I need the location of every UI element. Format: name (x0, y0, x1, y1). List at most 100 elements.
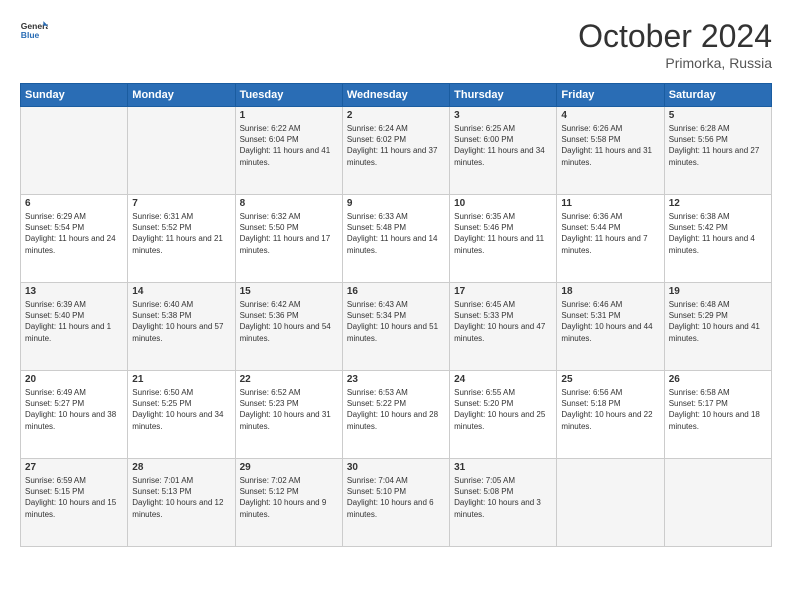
day-info: Sunrise: 7:02 AMSunset: 5:12 PMDaylight:… (240, 475, 338, 520)
table-row: 21 Sunrise: 6:50 AMSunset: 5:25 PMDayligh… (128, 371, 235, 459)
day-number: 19 (669, 286, 767, 297)
day-info: Sunrise: 6:49 AMSunset: 5:27 PMDaylight:… (25, 387, 123, 432)
table-row: 24 Sunrise: 6:55 AMSunset: 5:20 PMDayligh… (450, 371, 557, 459)
day-info: Sunrise: 7:01 AMSunset: 5:13 PMDaylight:… (132, 475, 230, 520)
table-row: 18Sunrise: 6:46 AMSunset: 5:31 PMDayligh… (557, 283, 664, 371)
day-info: Sunrise: 6:24 AMSunset: 6:02 PMDaylight:… (347, 123, 445, 168)
calendar-week-row: 1 Sunrise: 6:22 AMSunset: 6:04 PMDaylight… (21, 107, 772, 195)
day-number: 13 (25, 286, 123, 297)
day-info: Sunrise: 6:53 AMSunset: 5:22 PMDaylight:… (347, 387, 445, 432)
table-row (664, 459, 771, 547)
table-row: 12 Sunrise: 6:38 AMSunset: 5:42 PMDayligh… (664, 195, 771, 283)
table-row: 11 Sunrise: 6:36 AMSunset: 5:44 PMDayligh… (557, 195, 664, 283)
table-row (128, 107, 235, 195)
calendar-header-row: Sunday Monday Tuesday Wednesday Thursday… (21, 84, 772, 107)
day-number: 15 (240, 286, 338, 297)
day-number: 6 (25, 198, 123, 209)
col-sunday: Sunday (21, 84, 128, 107)
day-number: 5 (669, 110, 767, 121)
day-number: 31 (454, 462, 552, 473)
title-block: October 2024 Primorka, Russia (578, 18, 772, 71)
table-row: 8 Sunrise: 6:32 AMSunset: 5:50 PMDaylight… (235, 195, 342, 283)
table-row: 7Sunrise: 6:31 AMSunset: 5:52 PMDaylight… (128, 195, 235, 283)
table-row: 3 Sunrise: 6:25 AMSunset: 6:00 PMDaylight… (450, 107, 557, 195)
day-number: 27 (25, 462, 123, 473)
day-number: 4 (561, 110, 659, 121)
table-row (557, 459, 664, 547)
col-saturday: Saturday (664, 84, 771, 107)
table-row: 27Sunrise: 6:59 AMSunset: 5:15 PMDayligh… (21, 459, 128, 547)
day-number: 1 (240, 110, 338, 121)
calendar-week-row: 13 Sunrise: 6:39 AMSunset: 5:40 PMDayligh… (21, 283, 772, 371)
col-tuesday: Tuesday (235, 84, 342, 107)
col-friday: Friday (557, 84, 664, 107)
table-row: 5 Sunrise: 6:28 AMSunset: 5:56 PMDaylight… (664, 107, 771, 195)
day-number: 2 (347, 110, 445, 121)
calendar-week-row: 27Sunrise: 6:59 AMSunset: 5:15 PMDayligh… (21, 459, 772, 547)
table-row: 9Sunrise: 6:33 AMSunset: 5:48 PMDaylight… (342, 195, 449, 283)
day-number: 17 (454, 286, 552, 297)
day-info: Sunrise: 6:26 AMSunset: 5:58 PMDaylight:… (561, 123, 659, 168)
day-info: Sunrise: 6:32 AMSunset: 5:50 PMDaylight:… (240, 211, 338, 256)
day-info: Sunrise: 6:38 AMSunset: 5:42 PMDaylight:… (669, 211, 767, 256)
day-number: 20 (25, 374, 123, 385)
table-row: 31 Sunrise: 7:05 AMSunset: 5:08 PMDayligh… (450, 459, 557, 547)
header: General Blue October 2024 Primorka, Russ… (20, 18, 772, 71)
day-number: 21 (132, 374, 230, 385)
day-info: Sunrise: 6:22 AMSunset: 6:04 PMDaylight:… (240, 123, 338, 168)
table-row: 19 Sunrise: 6:48 AMSunset: 5:29 PMDayligh… (664, 283, 771, 371)
day-number: 26 (669, 374, 767, 385)
day-info: Sunrise: 7:04 AMSunset: 5:10 PMDaylight:… (347, 475, 445, 520)
day-number: 25 (561, 374, 659, 385)
day-number: 24 (454, 374, 552, 385)
day-number: 16 (347, 286, 445, 297)
svg-text:Blue: Blue (21, 30, 40, 40)
logo-icon: General Blue (20, 18, 48, 46)
day-number: 11 (561, 198, 659, 209)
day-info: Sunrise: 6:40 AMSunset: 5:38 PMDaylight:… (132, 299, 230, 344)
calendar-week-row: 20 Sunrise: 6:49 AMSunset: 5:27 PMDayligh… (21, 371, 772, 459)
table-row: 1 Sunrise: 6:22 AMSunset: 6:04 PMDaylight… (235, 107, 342, 195)
day-number: 29 (240, 462, 338, 473)
day-info: Sunrise: 6:35 AMSunset: 5:46 PMDaylight:… (454, 211, 552, 256)
day-info: Sunrise: 6:25 AMSunset: 6:00 PMDaylight:… (454, 123, 552, 168)
col-thursday: Thursday (450, 84, 557, 107)
table-row: 10Sunrise: 6:35 AMSunset: 5:46 PMDayligh… (450, 195, 557, 283)
day-number: 8 (240, 198, 338, 209)
day-number: 22 (240, 374, 338, 385)
table-row: 23 Sunrise: 6:53 AMSunset: 5:22 PMDayligh… (342, 371, 449, 459)
table-row: 25 Sunrise: 6:56 AMSunset: 5:18 PMDayligh… (557, 371, 664, 459)
day-info: Sunrise: 6:39 AMSunset: 5:40 PMDaylight:… (25, 299, 123, 344)
table-row: 28Sunrise: 7:01 AMSunset: 5:13 PMDayligh… (128, 459, 235, 547)
table-row: 29 Sunrise: 7:02 AMSunset: 5:12 PMDayligh… (235, 459, 342, 547)
day-number: 18 (561, 286, 659, 297)
day-info: Sunrise: 6:28 AMSunset: 5:56 PMDaylight:… (669, 123, 767, 168)
table-row: 30Sunrise: 7:04 AMSunset: 5:10 PMDayligh… (342, 459, 449, 547)
table-row: 4 Sunrise: 6:26 AMSunset: 5:58 PMDaylight… (557, 107, 664, 195)
col-monday: Monday (128, 84, 235, 107)
table-row: 26 Sunrise: 6:58 AMSunset: 5:17 PMDayligh… (664, 371, 771, 459)
day-number: 12 (669, 198, 767, 209)
day-number: 3 (454, 110, 552, 121)
day-info: Sunrise: 6:43 AMSunset: 5:34 PMDaylight:… (347, 299, 445, 344)
day-info: Sunrise: 6:52 AMSunset: 5:23 PMDaylight:… (240, 387, 338, 432)
day-info: Sunrise: 6:48 AMSunset: 5:29 PMDaylight:… (669, 299, 767, 344)
table-row: 20 Sunrise: 6:49 AMSunset: 5:27 PMDayligh… (21, 371, 128, 459)
table-row: 15 Sunrise: 6:42 AMSunset: 5:36 PMDayligh… (235, 283, 342, 371)
day-info: Sunrise: 6:31 AMSunset: 5:52 PMDaylight:… (132, 211, 230, 256)
day-info: Sunrise: 6:36 AMSunset: 5:44 PMDaylight:… (561, 211, 659, 256)
day-info: Sunrise: 7:05 AMSunset: 5:08 PMDaylight:… (454, 475, 552, 520)
calendar-table: Sunday Monday Tuesday Wednesday Thursday… (20, 83, 772, 547)
day-info: Sunrise: 6:42 AMSunset: 5:36 PMDaylight:… (240, 299, 338, 344)
table-row: 13 Sunrise: 6:39 AMSunset: 5:40 PMDayligh… (21, 283, 128, 371)
table-row (21, 107, 128, 195)
day-info: Sunrise: 6:50 AMSunset: 5:25 PMDaylight:… (132, 387, 230, 432)
month-title: October 2024 (578, 18, 772, 55)
table-row: 6Sunrise: 6:29 AMSunset: 5:54 PMDaylight… (21, 195, 128, 283)
day-info: Sunrise: 6:55 AMSunset: 5:20 PMDaylight:… (454, 387, 552, 432)
calendar-week-row: 6Sunrise: 6:29 AMSunset: 5:54 PMDaylight… (21, 195, 772, 283)
day-info: Sunrise: 6:58 AMSunset: 5:17 PMDaylight:… (669, 387, 767, 432)
table-row: 2 Sunrise: 6:24 AMSunset: 6:02 PMDaylight… (342, 107, 449, 195)
day-number: 23 (347, 374, 445, 385)
day-info: Sunrise: 6:56 AMSunset: 5:18 PMDaylight:… (561, 387, 659, 432)
